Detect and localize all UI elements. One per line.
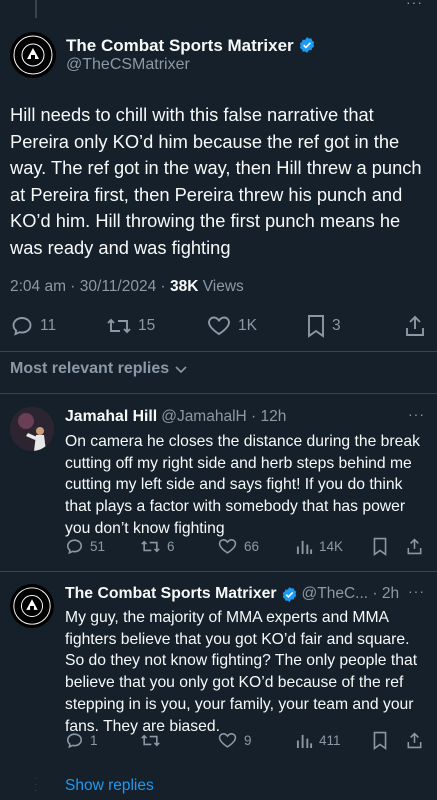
divider [0,393,437,394]
bookmark-button[interactable] [372,537,388,556]
thread-connector [35,0,37,18]
tweet-text: Hill needs to chill with this false narr… [10,104,422,258]
reply-author-avatar[interactable] [10,584,54,628]
views-label: Views [198,278,244,295]
more-options-icon[interactable]: ··· [408,583,425,599]
views-button[interactable]: 411 [296,731,341,750]
repost-button[interactable] [140,731,167,750]
author-handle[interactable]: @TheCSMatrixer [66,56,190,74]
share-icon [407,538,422,555]
tweet-timestamp[interactable]: 2:04 am · 30/11/2024 · [10,278,170,295]
thread-collapse-dots: · · · [34,773,38,796]
like-button[interactable]: 9 [217,731,252,750]
bookmark-icon [308,315,324,338]
repost-icon [141,540,160,553]
reply-count: 51 [90,539,106,554]
repost-button[interactable]: 15 [106,314,155,338]
bookmark-icon [373,731,387,750]
share-button[interactable] [404,314,426,338]
reply-icon [66,733,83,749]
views-count: 38K [169,278,199,295]
views-chart-icon [296,540,313,555]
views-count: 14K [319,539,344,554]
author-name-row[interactable]: The Combat Sports Matrixer [66,36,316,56]
share-icon [407,732,422,749]
reply-count: 11 [40,317,57,334]
reply-sort-dropdown[interactable]: Most relevant replies [10,360,189,378]
heart-icon [208,316,230,336]
like-count: 9 [244,733,252,748]
views-count: 411 [319,733,341,748]
bookmark-button[interactable] [372,731,388,750]
repost-icon [107,318,131,334]
verified-badge-icon [299,37,314,53]
reply-text: My guy, the majority of MMA experts and … [65,609,418,735]
repost-button[interactable]: 6 [140,537,175,556]
bookmark-count: 3 [332,317,341,334]
reply-button[interactable]: 51 [65,537,105,556]
more-options-icon[interactable]: ··· [408,406,425,422]
heart-icon [218,538,237,554]
reply-text: On camera he closes the distance during … [65,433,420,537]
like-count: 66 [244,539,260,554]
reply-author-handle[interactable]: @TheC... · 2h [302,585,400,603]
repost-icon [141,734,160,747]
repost-count: 6 [167,539,175,554]
share-button[interactable] [406,731,423,750]
views-chart-icon [296,734,313,749]
reply-header: The Combat Sports Matrixer @TheC... · 2h [65,585,399,603]
more-options-icon-partial[interactable]: ··· [406,0,423,10]
reply-button[interactable]: 11 [10,314,56,338]
share-icon [406,315,424,336]
reply-author-avatar[interactable] [10,407,54,451]
like-count: 1K [238,317,257,334]
reply-icon [66,539,83,555]
author-name[interactable]: The Combat Sports Matrixer [66,36,294,55]
reply-button[interactable]: 1 [65,731,98,750]
reply-sort-label: Most relevant replies [10,360,170,377]
views-button[interactable]: 14K [296,537,343,556]
reply-author-name[interactable]: The Combat Sports Matrixer [65,585,277,603]
bookmark-icon [373,537,387,556]
reply-author-handle[interactable]: @JamahalH · 12h [161,408,286,426]
chevron-down-icon [175,366,187,374]
author-avatar[interactable] [10,32,56,78]
tweet-meta: 2:04 am · 30/11/2024 · 38K Views [10,278,244,296]
divider [0,351,437,352]
repost-count: 15 [138,317,156,334]
like-button[interactable]: 1K [206,314,257,338]
verified-badge-icon [282,586,296,602]
reply-icon [12,317,32,336]
like-button[interactable]: 66 [217,537,259,556]
share-button[interactable] [406,537,423,556]
reply-header: Jamahal Hill @JamahalH · 12h [65,408,286,426]
heart-icon [218,732,237,748]
bookmark-button[interactable]: 3 [306,314,341,338]
reply-count: 1 [90,733,98,748]
show-replies-link[interactable]: Show replies [65,777,154,795]
reply-author-name[interactable]: Jamahal Hill [65,408,157,426]
divider [0,571,437,572]
